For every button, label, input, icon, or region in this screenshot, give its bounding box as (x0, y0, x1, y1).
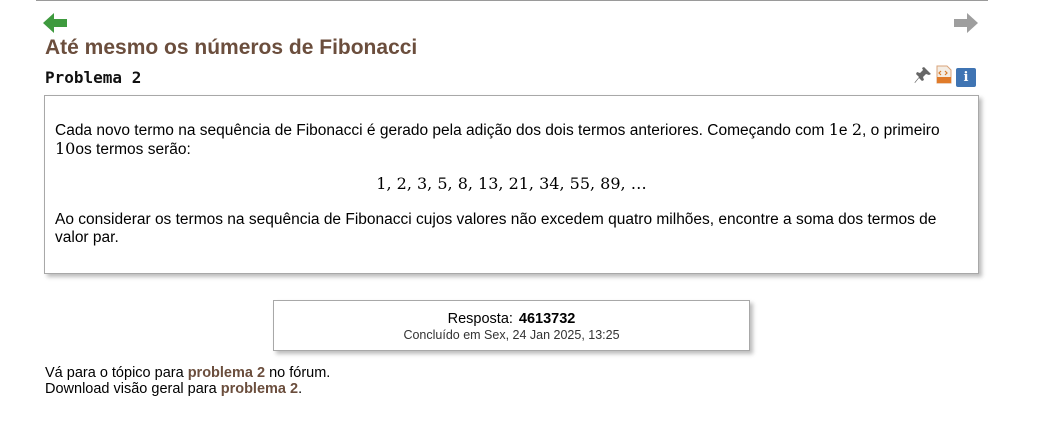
footer-text: Download visão geral para (45, 381, 221, 397)
paragraph-text: e (838, 122, 852, 139)
next-problem-button[interactable] (953, 12, 979, 34)
page-title: Até mesmo os números de Fibonacci (45, 36, 418, 59)
pin-button[interactable] (914, 66, 932, 89)
problem-paragraph-1: Cada novo termo na sequência de Fibonacc… (55, 121, 968, 159)
paragraph-text: os termos serão: (75, 141, 191, 158)
download-line: Download visão geral para problema 2. (45, 381, 330, 397)
footer-links: Vá para o tópico para problema 2 no fóru… (45, 365, 330, 397)
math-number: 2 (851, 120, 863, 139)
problem-label: Problema 2 (45, 68, 142, 87)
forum-problem-link[interactable]: problema 2 (188, 365, 265, 381)
pin-icon (914, 66, 931, 83)
prev-problem-button[interactable] (42, 12, 68, 34)
paragraph-text: , o primeiro (862, 122, 940, 139)
footer-text: no fórum. (265, 365, 331, 381)
arrow-right-icon (954, 13, 978, 33)
fibonacci-sequence: 1, 2, 3, 5, 8, 13, 21, 34, 55, 89, … (376, 174, 647, 193)
answer-line: Resposta: 4613732 (274, 311, 749, 327)
problem-paragraph-2: Ao considerar os termos na sequência de … (55, 211, 937, 246)
completed-date: Concluído em Sex, 24 Jan 2025, 13:25 (403, 328, 620, 342)
arrow-left-icon (43, 13, 67, 33)
answer-label: Resposta: (447, 311, 513, 327)
info-button[interactable]: i (956, 67, 976, 87)
problem-content: Cada novo termo na sequência de Fibonacc… (44, 95, 979, 274)
footer-text: Vá para o tópico para (45, 365, 188, 381)
html-export-button[interactable] (936, 65, 952, 89)
download-problem-link[interactable]: problema 2 (221, 381, 298, 397)
paragraph-text: Cada novo termo na sequência de Fibonacc… (55, 122, 829, 139)
top-divider (36, 0, 988, 1)
math-number: 1 (828, 120, 839, 139)
problem-tools: i (914, 65, 980, 89)
math-number: 10 (55, 139, 76, 158)
answer-value: 4613732 (518, 311, 576, 327)
forum-line: Vá para o tópico para problema 2 no fóru… (45, 365, 330, 381)
answer-box: Resposta: 4613732 Concluído em Sex, 24 Ja… (273, 300, 750, 351)
html-icon (936, 65, 952, 84)
footer-text: . (298, 381, 303, 397)
